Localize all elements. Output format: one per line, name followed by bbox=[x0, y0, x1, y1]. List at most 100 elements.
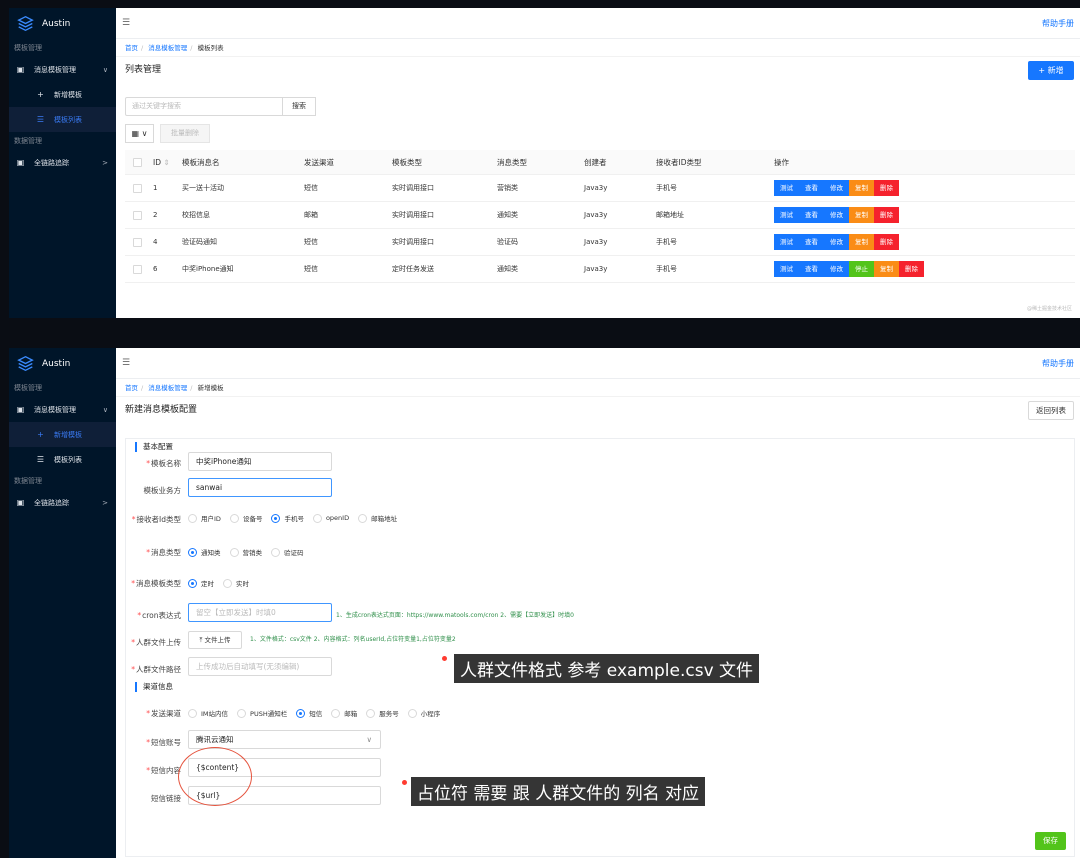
sidebar-group-trace[interactable]: ▣ 全链路追踪 > bbox=[9, 490, 116, 515]
search-button[interactable]: 搜索 bbox=[283, 97, 316, 116]
radio-marketing[interactable]: 营销类 bbox=[229, 547, 262, 557]
radio-sms[interactable]: 短信 bbox=[296, 708, 322, 718]
sidebar-group-trace[interactable]: ▣ 全链路追踪 > bbox=[9, 150, 116, 175]
cell-type: 实时调用接口 bbox=[392, 211, 434, 219]
view-button[interactable]: 查看 bbox=[799, 180, 824, 196]
radio-scheduled[interactable]: 定时 bbox=[188, 578, 214, 588]
stop-button[interactable]: 停止 bbox=[849, 261, 874, 277]
radio-push[interactable]: PUSH通知栏 bbox=[237, 708, 287, 718]
test-button[interactable]: 测试 bbox=[774, 180, 799, 196]
help-link[interactable]: 帮助手册 bbox=[1042, 18, 1074, 29]
radio-device[interactable]: 设备号 bbox=[229, 513, 262, 523]
save-button[interactable]: 保存 bbox=[1035, 832, 1066, 850]
test-button[interactable]: 测试 bbox=[774, 261, 799, 277]
delete-button[interactable]: 删除 bbox=[899, 261, 924, 277]
edit-button[interactable]: 修改 bbox=[824, 234, 849, 250]
row-checkbox[interactable] bbox=[133, 210, 142, 220]
sidebar-item-template-list[interactable]: ☰ 模板列表 bbox=[9, 447, 116, 472]
view-button[interactable]: 查看 bbox=[799, 234, 824, 250]
plus-icon: + bbox=[1038, 66, 1048, 75]
upload-hint: 1、文件格式：csv文件 2、内容格式：列名userId,占位符变量1,占位符变… bbox=[250, 636, 456, 643]
menu-fold-icon[interactable]: ☰ bbox=[122, 358, 130, 368]
radio-realtime[interactable]: 实时 bbox=[223, 578, 249, 588]
logo[interactable]: Austin bbox=[9, 8, 116, 39]
cell-msg-type: 验证码 bbox=[497, 238, 518, 246]
row-checkbox[interactable] bbox=[133, 264, 142, 274]
radio-official[interactable]: 服务号 bbox=[366, 708, 399, 718]
radio-im[interactable]: IM站内信 bbox=[188, 708, 228, 718]
back-to-list-button[interactable]: 返回列表 bbox=[1028, 401, 1074, 420]
sort-icon[interactable]: ⇕ bbox=[163, 158, 169, 167]
sidebar-group-message-template[interactable]: ▣ 消息模板管理 ∨ bbox=[9, 57, 116, 82]
highlight-circle bbox=[178, 747, 252, 806]
radio-notice[interactable]: 通知类 bbox=[188, 547, 221, 557]
owner-input[interactable]: sanwai bbox=[188, 478, 332, 497]
col-ops: 操作 bbox=[774, 157, 789, 167]
breadcrumb-template[interactable]: 消息模板管理 bbox=[148, 44, 187, 52]
cell-channel: 短信 bbox=[304, 238, 318, 246]
test-button[interactable]: 测试 bbox=[774, 207, 799, 223]
breadcrumb-template[interactable]: 消息模板管理 bbox=[148, 384, 187, 392]
search-input[interactable]: 通过关键字搜索 bbox=[125, 97, 283, 116]
plus-icon: + bbox=[37, 90, 44, 99]
sidebar-group-label: 消息模板管理 bbox=[34, 405, 76, 414]
edit-button[interactable]: 修改 bbox=[824, 261, 849, 277]
sidebar-group-message-template[interactable]: ▣ 消息模板管理 ∨ bbox=[9, 397, 116, 422]
cell-channel: 短信 bbox=[304, 265, 318, 273]
cron-input[interactable]: 留空【立即发送】时填0 bbox=[188, 603, 332, 622]
radio-email[interactable]: 邮箱地址 bbox=[358, 513, 397, 523]
template-name-input[interactable]: 中奖iPhone通知 bbox=[188, 452, 332, 471]
file-upload-button[interactable]: ⤒ 文件上传 bbox=[188, 631, 242, 649]
menu-fold-icon[interactable]: ☰ bbox=[122, 18, 130, 28]
row-checkbox[interactable] bbox=[133, 237, 142, 247]
edit-button[interactable]: 修改 bbox=[824, 180, 849, 196]
sidebar-item-new-template[interactable]: + 新增模板 bbox=[9, 422, 116, 447]
copy-button[interactable]: 复制 bbox=[874, 261, 899, 277]
label-id-type: *接收者Id类型 bbox=[131, 515, 181, 524]
cell-name: 校招信息 bbox=[182, 211, 210, 219]
radio-openid[interactable]: openID bbox=[312, 513, 349, 523]
radio-code[interactable]: 验证码 bbox=[271, 547, 304, 557]
cube-icon: ▣ bbox=[16, 498, 25, 507]
radio-phone[interactable]: 手机号 bbox=[271, 513, 304, 523]
col-id[interactable]: ID ⇕ bbox=[153, 158, 170, 167]
delete-button[interactable]: 删除 bbox=[874, 180, 899, 196]
copy-button[interactable]: 复制 bbox=[849, 207, 874, 223]
copy-button[interactable]: 复制 bbox=[849, 180, 874, 196]
row-actions: 测试 查看 修改 复制 删除 bbox=[774, 180, 899, 196]
page-title-text: 列表管理 bbox=[125, 65, 162, 75]
row-actions: 测试 查看 修改 复制 删除 bbox=[774, 234, 899, 250]
menu-section-data: 数据管理 bbox=[14, 477, 42, 485]
cell-name: 验证码通知 bbox=[182, 238, 217, 246]
sidebar-item-template-list[interactable]: ☰ 模板列表 bbox=[9, 107, 116, 132]
delete-button[interactable]: 删除 bbox=[874, 207, 899, 223]
radio-miniapp[interactable]: 小程序 bbox=[407, 708, 440, 718]
view-button[interactable]: 查看 bbox=[799, 207, 824, 223]
radio-mail[interactable]: 邮箱 bbox=[331, 708, 357, 718]
test-button[interactable]: 测试 bbox=[774, 234, 799, 250]
sidebar-item-new-template[interactable]: + 新增模板 bbox=[9, 82, 116, 107]
new-template-button[interactable]: + 新增 bbox=[1028, 61, 1074, 80]
breadcrumb-home[interactable]: 首页 bbox=[125, 44, 138, 52]
tpl-type-radio-group: 定时 实时 bbox=[188, 578, 258, 588]
breadcrumb-home[interactable]: 首页 bbox=[125, 384, 138, 392]
view-button[interactable]: 查看 bbox=[799, 261, 824, 277]
file-path-input[interactable]: 上传成功后自动填写(无须编辑) bbox=[188, 657, 332, 676]
delete-button[interactable]: 删除 bbox=[874, 234, 899, 250]
select-all-checkbox[interactable] bbox=[133, 157, 142, 167]
row-checkbox[interactable] bbox=[133, 183, 142, 193]
label-sms-account: *短信账号 bbox=[146, 738, 181, 747]
batch-delete-button[interactable]: 批量删除 bbox=[160, 124, 210, 143]
help-link[interactable]: 帮助手册 bbox=[1042, 358, 1074, 369]
logo[interactable]: Austin bbox=[9, 348, 116, 379]
column-settings-button[interactable]: ▦ ∨ bbox=[125, 124, 154, 143]
form-page-screenshot: Austin 模板管理 ▣ 消息模板管理 ∨ + 新增模板 ☰ 模板列表 数据管理 ▣ 全… bbox=[9, 348, 1080, 858]
cell-id: 1 bbox=[153, 184, 158, 192]
sms-account-value: 腾讯云通知 bbox=[196, 735, 234, 744]
copy-button[interactable]: 复制 bbox=[849, 234, 874, 250]
radio-user-id[interactable]: 用户ID bbox=[188, 513, 221, 523]
label-sms-link: 短信链接 bbox=[151, 794, 181, 803]
edit-button[interactable]: 修改 bbox=[824, 207, 849, 223]
cell-name: 中奖iPhone通知 bbox=[182, 265, 234, 273]
col-creator: 创建者 bbox=[584, 157, 607, 167]
